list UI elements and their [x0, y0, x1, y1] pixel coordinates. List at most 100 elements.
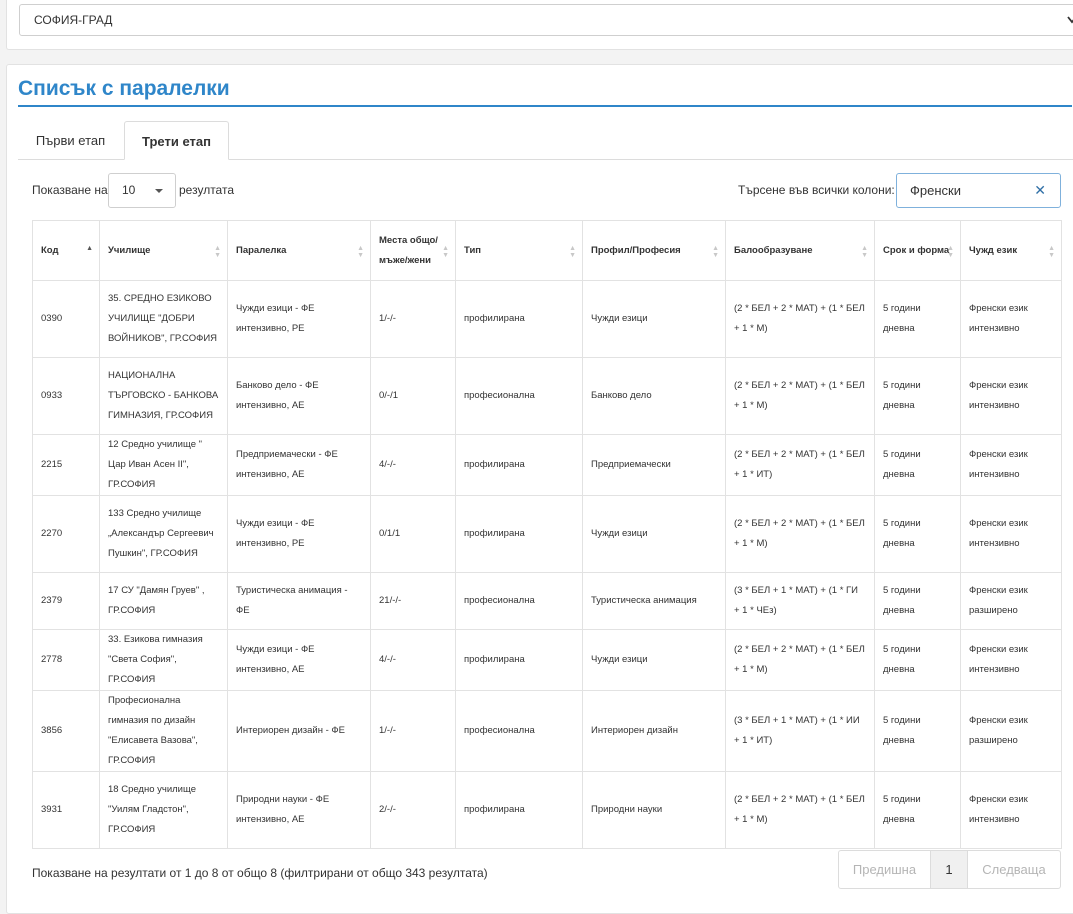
- table-row: 0390 35. СРЕДНО ЕЗИКОВО УЧИЛИЩЕ "ДОБРИ В…: [32, 280, 1062, 358]
- cell-term: 5 години дневна: [874, 771, 961, 849]
- col-header-places[interactable]: Места общо/ мъже/жени ▲ ▼: [370, 220, 456, 281]
- cell-places: 21/-/-: [370, 572, 456, 630]
- table-row: 2270 133 Средно училище „Александър Серг…: [32, 495, 1062, 573]
- table-row: 2379 17 СУ "Дамян Груев" , ГР.СОФИЯ Тури…: [32, 572, 1062, 630]
- cell-term: 5 години дневна: [874, 572, 961, 630]
- cell-term: 5 години дневна: [874, 434, 961, 496]
- length-label-before: Показване на: [32, 183, 108, 197]
- cell-places: 0/1/1: [370, 495, 456, 573]
- page-length-value: 10: [122, 183, 136, 197]
- cell-type: професионална: [455, 357, 583, 435]
- cell-language: Френски език разширено: [960, 690, 1062, 772]
- cell-profile: Природни науки: [582, 771, 726, 849]
- table-row: 3856 Професионална гимназия по дизайн "Е…: [32, 690, 1062, 772]
- cell-term: 5 години дневна: [874, 629, 961, 691]
- cell-scoring: (2 * БЕЛ + 2 * МАТ) + (1 * БЕЛ + 1 * М): [725, 771, 875, 849]
- sort-icon: ▲ ▼: [712, 245, 719, 259]
- region-card: СОФИЯ-ГРАД: [6, 0, 1073, 50]
- cell-school: 17 СУ "Дамян Груев" , ГР.СОФИЯ: [99, 572, 228, 630]
- cell-school: Професионална гимназия по дизайн "Елисав…: [99, 690, 228, 772]
- cell-places: 1/-/-: [370, 280, 456, 358]
- page-title: Списък с паралелки: [18, 77, 230, 100]
- table-row: 3931 18 Средно училище "Уилям Гладстон",…: [32, 771, 1062, 849]
- col-header-language[interactable]: Чужд език ▲ ▼: [960, 220, 1062, 281]
- col-header-scoring[interactable]: Балообразуване ▲ ▼: [725, 220, 875, 281]
- cell-language: Френски език интензивно: [960, 357, 1062, 435]
- cell-class: Чужди езици - ФЕ интензивно, АЕ: [227, 629, 371, 691]
- cell-type: профилирана: [455, 280, 583, 358]
- cell-profile: Чужди езици: [582, 495, 726, 573]
- cell-type: профилирана: [455, 629, 583, 691]
- page-length-select[interactable]: 10: [108, 173, 176, 208]
- col-header-profile[interactable]: Профил/Професия ▲ ▼: [582, 220, 726, 281]
- cell-type: професионална: [455, 572, 583, 630]
- cell-scoring: (2 * БЕЛ + 2 * МАТ) + (1 * БЕЛ + 1 * М): [725, 280, 875, 358]
- search-label: Търсене във всички колони:: [738, 183, 895, 197]
- cell-school: 35. СРЕДНО ЕЗИКОВО УЧИЛИЩЕ "ДОБРИ ВОЙНИК…: [99, 280, 228, 358]
- pagination-page-1[interactable]: 1: [930, 851, 968, 888]
- clear-icon[interactable]: ✕: [1034, 174, 1046, 207]
- cell-term: 5 години дневна: [874, 280, 961, 358]
- cell-term: 5 години дневна: [874, 357, 961, 435]
- cell-scoring: (2 * БЕЛ + 2 * МАТ) + (1 * БЕЛ + 1 * М): [725, 357, 875, 435]
- cell-code: 2215: [32, 434, 100, 496]
- cell-scoring: (2 * БЕЛ + 2 * МАТ) + (1 * БЕЛ + 1 * М): [725, 629, 875, 691]
- cell-code: 0390: [32, 280, 100, 358]
- cell-scoring: (3 * БЕЛ + 1 * МАТ) + (1 * ГИ + 1 * ЧЕз): [725, 572, 875, 630]
- table-header-row: Код ▲ Училище ▲ ▼ Паралелка ▲ ▼ Места общо/ м…: [32, 220, 1062, 281]
- cell-term: 5 години дневна: [874, 690, 961, 772]
- cell-profile: Предприемачески: [582, 434, 726, 496]
- cell-profile: Чужди езици: [582, 280, 726, 358]
- search-input[interactable]: Френски ✕: [896, 173, 1061, 208]
- region-select[interactable]: СОФИЯ-ГРАД: [19, 4, 1073, 36]
- cell-school: НАЦИОНАЛНА ТЪРГОВСКО - БАНКОВА ГИМНАЗИЯ,…: [99, 357, 228, 435]
- cell-scoring: (2 * БЕЛ + 2 * МАТ) + (1 * БЕЛ + 1 * М): [725, 495, 875, 573]
- tab-third-stage[interactable]: Трети етап: [124, 121, 229, 160]
- region-select-value: СОФИЯ-ГРАД: [34, 13, 113, 27]
- cell-code: 3931: [32, 771, 100, 849]
- cell-code: 2379: [32, 572, 100, 630]
- cell-code: 2778: [32, 629, 100, 691]
- col-header-term[interactable]: Срок и форма ▲ ▼: [874, 220, 961, 281]
- sort-icon: ▲ ▼: [947, 245, 954, 259]
- cell-term: 5 години дневна: [874, 495, 961, 573]
- col-header-code[interactable]: Код ▲: [32, 220, 100, 281]
- pagination-previous-button[interactable]: Предишна: [839, 851, 930, 888]
- pagination-next-button[interactable]: Следваща: [968, 851, 1060, 888]
- tab-first-stage[interactable]: Първи етап: [22, 121, 119, 160]
- cell-school: 12 Средно училище " Цар Иван Асен II", Г…: [99, 434, 228, 496]
- cell-language: Френски език интензивно: [960, 771, 1062, 849]
- chevron-down-icon: [1066, 5, 1073, 46]
- cell-class: Банково дело - ФЕ интензивно, АЕ: [227, 357, 371, 435]
- cell-profile: Интериорен дизайн: [582, 690, 726, 772]
- cell-places: 1/-/-: [370, 690, 456, 772]
- sort-asc-icon: ▲: [86, 245, 93, 252]
- sort-icon: ▲ ▼: [1048, 245, 1055, 259]
- cell-school: 133 Средно училище „Александър Сергеевич…: [99, 495, 228, 573]
- table-row: 2778 33. Езикова гимназия "Света София",…: [32, 629, 1062, 691]
- cell-profile: Чужди езици: [582, 629, 726, 691]
- col-header-type[interactable]: Тип ▲ ▼: [455, 220, 583, 281]
- cell-class: Чужди езици - ФЕ интензивно, РЕ: [227, 495, 371, 573]
- sort-icon: ▲ ▼: [214, 245, 221, 259]
- sort-icon: ▲ ▼: [569, 245, 576, 259]
- cell-code: 2270: [32, 495, 100, 573]
- col-header-class[interactable]: Паралелка ▲ ▼: [227, 220, 371, 281]
- cell-class: Предприемачески - ФЕ интензивно, АЕ: [227, 434, 371, 496]
- table-row: 2215 12 Средно училище " Цар Иван Асен I…: [32, 434, 1062, 496]
- sort-icon: ▲ ▼: [357, 245, 364, 259]
- cell-class: Интериорен дизайн - ФЕ: [227, 690, 371, 772]
- cell-language: Френски език интензивно: [960, 434, 1062, 496]
- caret-down-icon: [155, 189, 163, 193]
- cell-code: 3856: [32, 690, 100, 772]
- cell-type: профилирана: [455, 495, 583, 573]
- cell-language: Френски език интензивно: [960, 495, 1062, 573]
- cell-school: 33. Езикова гимназия "Света София", ГР.С…: [99, 629, 228, 691]
- col-header-school[interactable]: Училище ▲ ▼: [99, 220, 228, 281]
- cell-places: 4/-/-: [370, 434, 456, 496]
- search-input-value: Френски: [910, 183, 961, 198]
- cell-language: Френски език интензивно: [960, 629, 1062, 691]
- title-underline: [18, 105, 1072, 107]
- results-table: Код ▲ Училище ▲ ▼ Паралелка ▲ ▼ Места общо/ м…: [32, 220, 1062, 849]
- cell-class: Чужди езици - ФЕ интензивно, РЕ: [227, 280, 371, 358]
